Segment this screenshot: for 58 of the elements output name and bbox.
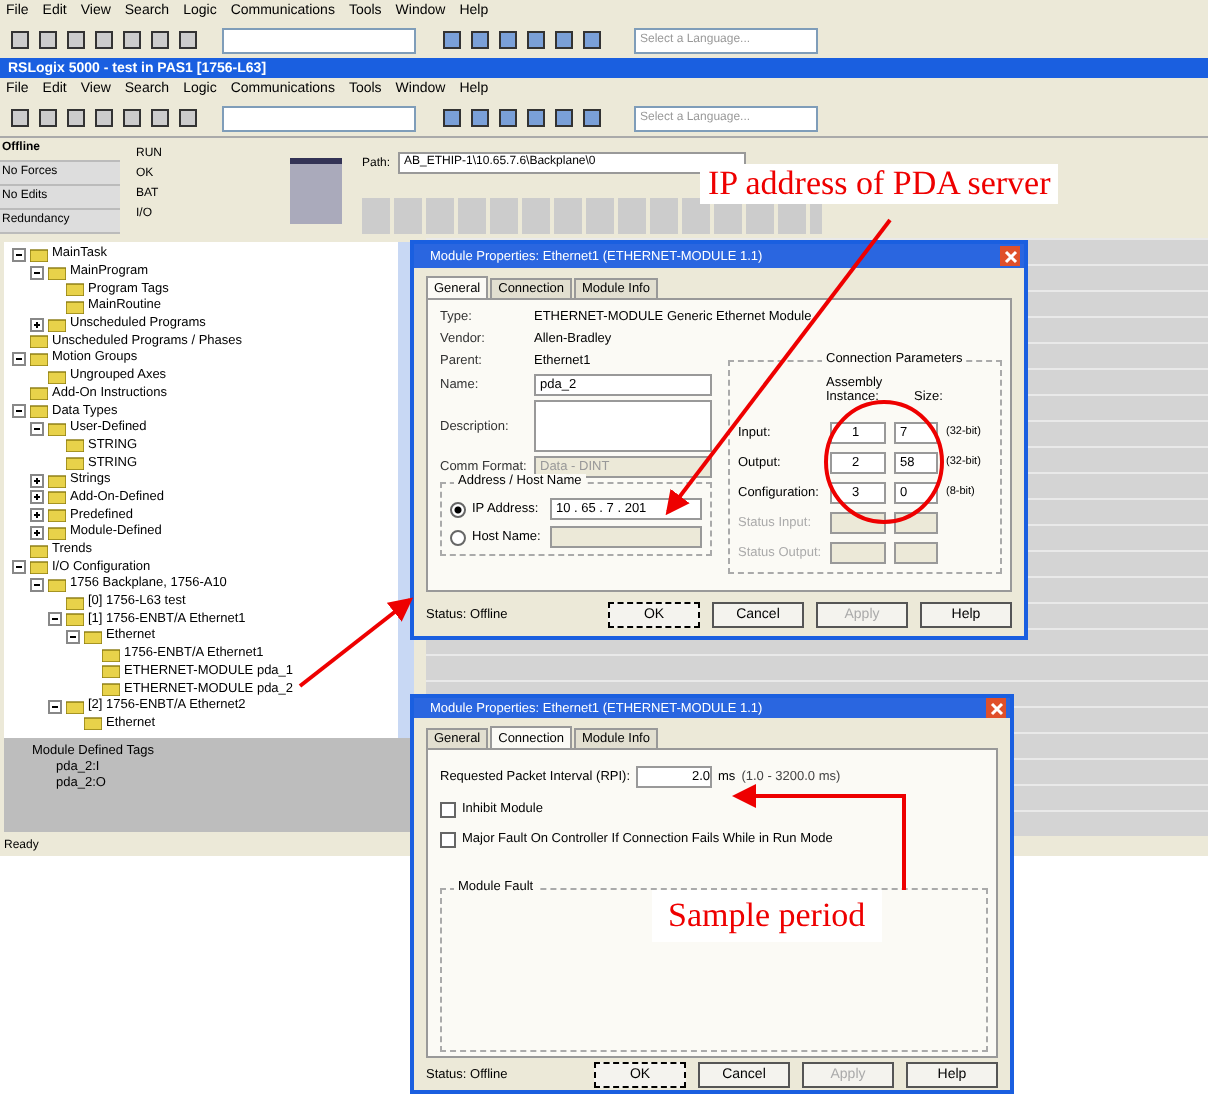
expander-box[interactable] xyxy=(30,473,44,488)
expander-box[interactable] xyxy=(30,508,44,523)
toolbar-button[interactable] xyxy=(174,104,200,132)
checkbox[interactable] xyxy=(440,801,456,817)
toolbar-button[interactable] xyxy=(438,104,464,132)
callout-label: IP address of PDA server xyxy=(700,164,1059,204)
expander-box[interactable] xyxy=(30,525,44,540)
toolbar-button[interactable] xyxy=(146,26,172,54)
toolbar-button[interactable] xyxy=(522,26,548,54)
toolbar-button[interactable] xyxy=(62,104,88,132)
expander-box[interactable] xyxy=(30,421,44,436)
expander-box[interactable] xyxy=(12,247,26,262)
close-icon xyxy=(1003,249,1017,263)
toolbar-button[interactable] xyxy=(438,26,464,54)
radio-button[interactable] xyxy=(450,529,466,545)
expander-box[interactable] xyxy=(66,629,80,644)
toolbar-button[interactable] xyxy=(578,104,604,132)
toolbar-button[interactable] xyxy=(90,104,116,132)
toolbar-button[interactable] xyxy=(6,104,32,132)
highlight-ellipse xyxy=(824,400,944,524)
toolbar-button[interactable] xyxy=(550,26,576,54)
expander-box[interactable] xyxy=(30,490,44,505)
expander-box[interactable] xyxy=(30,265,44,280)
toolbar-button[interactable] xyxy=(494,26,520,54)
close-button[interactable] xyxy=(986,698,1006,718)
expander-box[interactable] xyxy=(12,404,26,419)
expander-box[interactable] xyxy=(12,351,26,366)
toolbar-button[interactable] xyxy=(494,104,520,132)
toolbar-button[interactable] xyxy=(62,26,88,54)
toolbar-button[interactable] xyxy=(118,104,144,132)
expander-box[interactable] xyxy=(30,317,44,332)
toolbar-button[interactable] xyxy=(466,104,492,132)
toolbar-button[interactable] xyxy=(34,104,60,132)
checkbox[interactable] xyxy=(440,831,456,847)
toolbar-button[interactable] xyxy=(550,104,576,132)
expander-box[interactable] xyxy=(12,560,26,575)
toolbar-button[interactable] xyxy=(6,26,32,54)
description-field[interactable] xyxy=(534,400,712,452)
controller-drawing xyxy=(290,158,342,224)
toolbar-button[interactable] xyxy=(118,26,144,54)
dropdown-field[interactable] xyxy=(222,105,416,131)
toolbar-button[interactable] xyxy=(578,26,604,54)
close-icon xyxy=(989,701,1003,715)
radio-button[interactable] xyxy=(450,501,466,517)
toolbar-button[interactable] xyxy=(34,26,60,54)
toolbar-button[interactable] xyxy=(146,104,172,132)
toolbar-button[interactable] xyxy=(466,26,492,54)
expander-box[interactable] xyxy=(48,699,62,714)
toolbar-button[interactable] xyxy=(174,26,200,54)
toolbar-button[interactable] xyxy=(90,26,116,54)
address-field[interactable] xyxy=(550,526,702,548)
dropdown-field[interactable] xyxy=(222,27,416,53)
expander-box[interactable] xyxy=(48,612,62,627)
arrow xyxy=(298,597,414,688)
expander-box[interactable] xyxy=(30,577,44,592)
close-button[interactable] xyxy=(1000,246,1020,266)
callout-label: Sample period xyxy=(652,890,882,942)
toolbar-button[interactable] xyxy=(522,104,548,132)
